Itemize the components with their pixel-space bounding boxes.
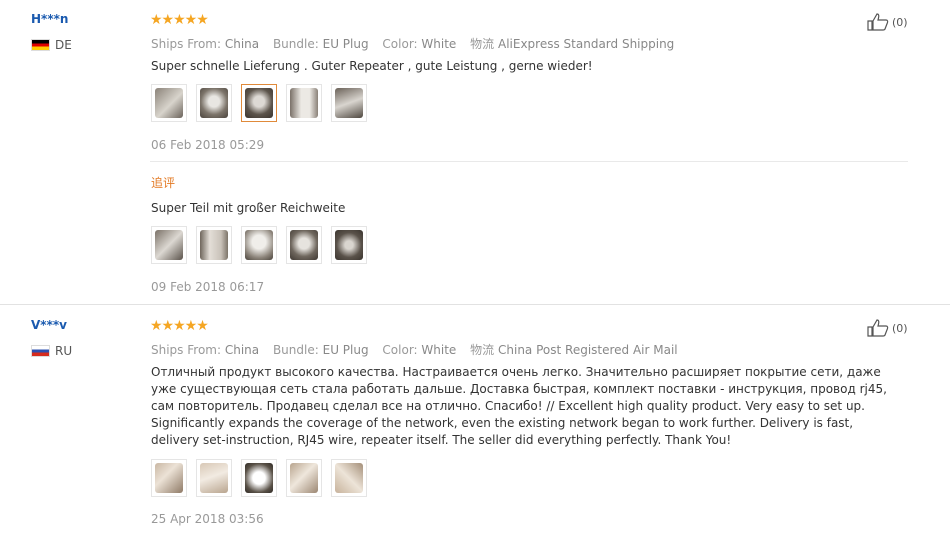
followup-date: 09 Feb 2018 06:17 [151, 280, 265, 294]
review-photo[interactable] [151, 84, 187, 122]
country-code: RU [55, 344, 73, 358]
russia-flag-icon [31, 345, 50, 357]
like-button[interactable]: (0) [867, 13, 908, 31]
bundle-label: Bundle: [272, 37, 319, 51]
shipping-value: China Post Registered Air Mail [498, 343, 678, 357]
like-count: (0) [892, 15, 908, 29]
review-photo[interactable] [241, 84, 277, 122]
country-code: DE [55, 38, 72, 52]
color-label: Color: [382, 37, 418, 51]
ships-from-value: China [224, 37, 260, 51]
germany-flag-icon [31, 39, 50, 51]
divider [150, 161, 908, 162]
followup-photos [151, 226, 367, 264]
review-photo[interactable] [196, 459, 232, 497]
bundle-label: Bundle: [272, 343, 319, 357]
star-rating: ★★★★★ [150, 318, 209, 334]
ships-from-label: Ships From: [151, 37, 222, 51]
review-photo[interactable] [331, 84, 367, 122]
review-text: Super schnelle Lieferung . Guter Repeate… [151, 59, 593, 73]
shipping-label: 物流 [470, 37, 495, 51]
shipping-value: AliExpress Standard Shipping [498, 37, 675, 51]
review-photo[interactable] [286, 84, 322, 122]
color-value: White [421, 37, 457, 51]
review-photo[interactable] [286, 459, 322, 497]
shipping-label: 物流 [470, 343, 495, 357]
followup-text: Super Teil mit großer Reichweite [151, 201, 346, 215]
review-photo[interactable] [331, 459, 367, 497]
review-date: 25 Apr 2018 03:56 [151, 512, 264, 526]
review-separator [0, 304, 950, 305]
reviewer-name[interactable]: V***v [31, 318, 67, 332]
reviewer-country: RU [31, 344, 72, 358]
thumbs-up-icon [867, 319, 889, 337]
ships-from-label: Ships From: [151, 343, 222, 357]
review-photo[interactable] [331, 226, 367, 264]
color-label: Color: [382, 343, 418, 357]
review-photos [151, 84, 367, 122]
review-photo[interactable] [151, 226, 187, 264]
reviewer-name[interactable]: H***n [31, 12, 68, 26]
review-photo[interactable] [241, 226, 277, 264]
review-photo[interactable] [241, 459, 277, 497]
review-photo[interactable] [196, 84, 232, 122]
order-info: Ships From: China Bundle: EU Plug Color:… [151, 35, 674, 52]
bundle-value: EU Plug [322, 37, 369, 51]
review-date: 06 Feb 2018 05:29 [151, 138, 265, 152]
reviewer-country: DE [31, 38, 72, 52]
review-photo[interactable] [286, 226, 322, 264]
review-photos [151, 459, 367, 497]
ships-from-value: China [224, 343, 260, 357]
bundle-value: EU Plug [322, 343, 369, 357]
thumbs-up-icon [867, 13, 889, 31]
star-rating: ★★★★★ [150, 12, 209, 28]
order-info: Ships From: China Bundle: EU Plug Color:… [151, 341, 678, 358]
like-count: (0) [892, 321, 908, 335]
like-button[interactable]: (0) [867, 319, 908, 337]
review-photo[interactable] [196, 226, 232, 264]
review-text: Отличный продукт высокого качества. Наст… [151, 365, 887, 447]
followup-label: 追评 [151, 176, 176, 190]
review-photo[interactable] [151, 459, 187, 497]
color-value: White [421, 343, 457, 357]
